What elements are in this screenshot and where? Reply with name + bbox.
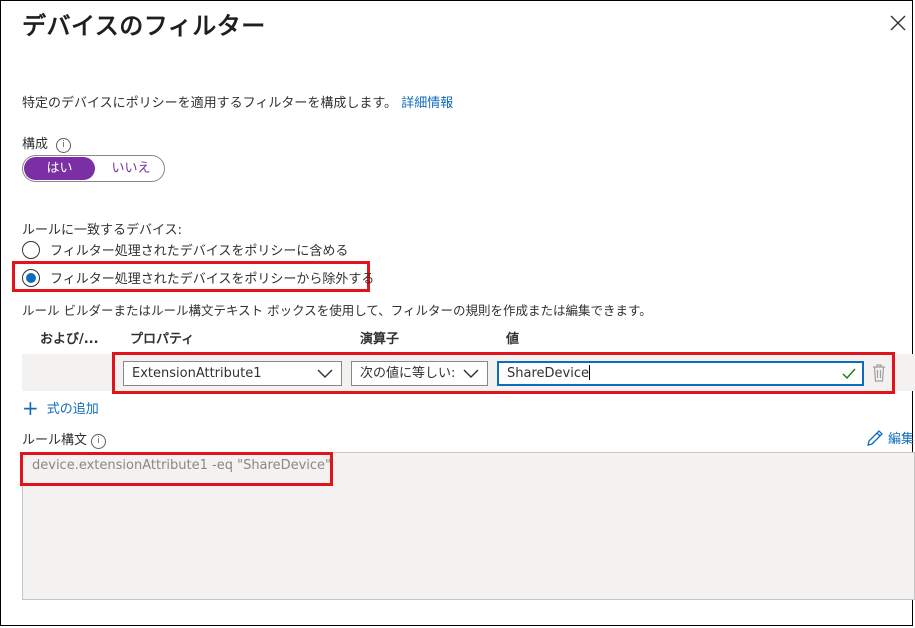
checkmark-icon xyxy=(842,368,856,380)
toggle-yes[interactable]: はい xyxy=(24,157,95,180)
radio-exclude-circle[interactable] xyxy=(22,268,40,287)
radio-include-circle[interactable] xyxy=(22,240,40,259)
property-select-value: ExtensionAttribute1 xyxy=(132,366,262,381)
panel-title: デバイスのフィルター xyxy=(22,12,266,40)
column-header-operator: 演算子 xyxy=(360,332,400,347)
delete-icon[interactable] xyxy=(871,363,887,383)
radio-include[interactable]: フィルター処理されたデバイスをポリシーに含める xyxy=(22,240,348,259)
add-expression-button[interactable]: + 式の追加 xyxy=(22,395,99,420)
column-header-property: プロパティ xyxy=(130,332,195,347)
configure-label-text: 構成 xyxy=(22,137,49,152)
builder-description: ルール ビルダーまたはルール構文テキスト ボックスを使用して、フィルターの規則を… xyxy=(22,303,652,318)
column-header-value: 値 xyxy=(506,332,520,347)
rule-syntax-text: device.extensionAttribute1 -eq "ShareDev… xyxy=(32,458,332,473)
operator-select[interactable]: 次の値に等しい: xyxy=(351,361,488,386)
rule-syntax-label: ルール構文 i xyxy=(22,429,107,449)
configure-label: 構成 i xyxy=(22,133,72,153)
edit-label: 編集 xyxy=(888,432,915,447)
close-icon[interactable] xyxy=(889,14,907,32)
pencil-icon xyxy=(867,429,883,446)
radio-exclude[interactable]: フィルター処理されたデバイスをポリシーから除外する xyxy=(22,268,374,287)
info-icon[interactable]: i xyxy=(56,138,72,153)
radio-include-label: フィルター処理されたデバイスをポリシーに含める xyxy=(50,244,349,259)
match-devices-label: ルールに一致するデバイス: xyxy=(22,223,182,238)
chevron-down-icon xyxy=(463,369,479,378)
value-input-text: ShareDevice xyxy=(507,366,589,381)
plus-icon: + xyxy=(22,395,39,420)
chevron-down-icon xyxy=(317,369,333,378)
add-expression-label: 式の追加 xyxy=(46,402,99,417)
learn-more-link[interactable]: 詳細情報 xyxy=(401,96,453,111)
operator-select-value: 次の値に等しい: xyxy=(360,366,456,381)
text-caret xyxy=(588,365,590,380)
radio-exclude-label: フィルター処理されたデバイスをポリシーから除外する xyxy=(50,272,375,287)
configure-toggle[interactable]: はい いいえ xyxy=(22,155,165,182)
edit-button[interactable]: 編集 xyxy=(866,428,914,447)
property-select[interactable]: ExtensionAttribute1 xyxy=(123,361,342,386)
description-text: 特定のデバイスにポリシーを適用するフィルターを構成します。 xyxy=(22,96,398,111)
column-header-andor: および/... xyxy=(40,332,99,347)
rule-syntax-label-text: ルール構文 xyxy=(22,433,88,448)
toggle-no[interactable]: いいえ xyxy=(99,157,163,180)
value-input[interactable]: ShareDevice xyxy=(497,361,864,386)
info-icon[interactable]: i xyxy=(91,434,107,449)
panel-description: 特定のデバイスにポリシーを適用するフィルターを構成します。 詳細情報 xyxy=(22,92,453,111)
